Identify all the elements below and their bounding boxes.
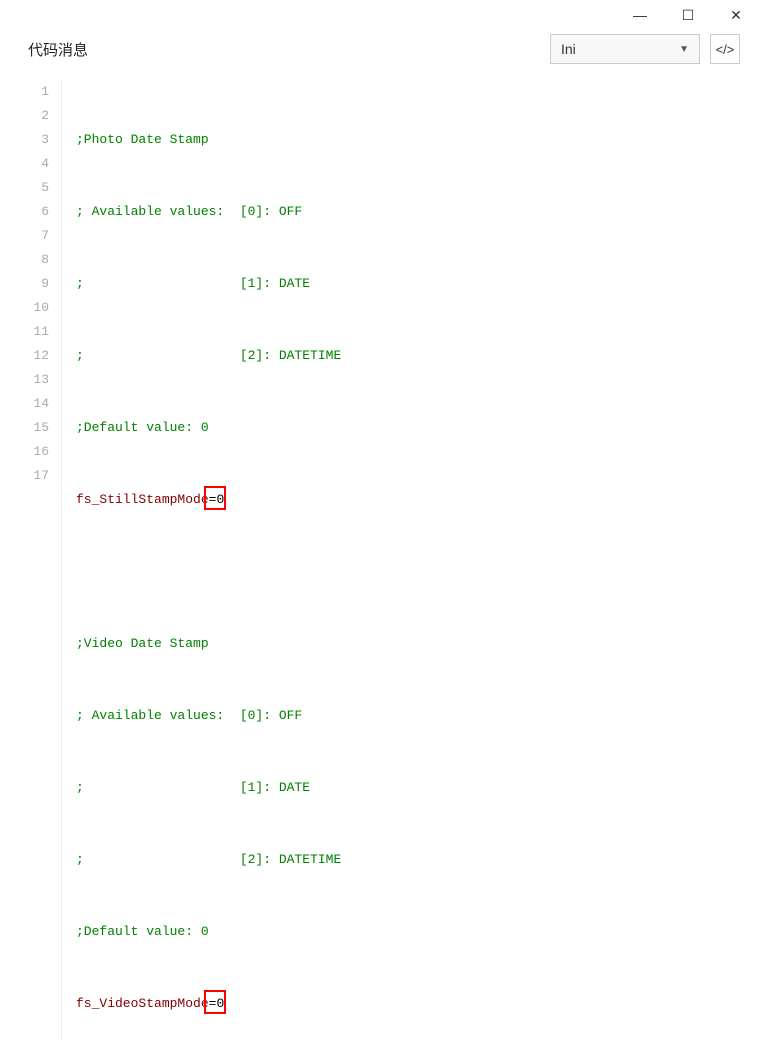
comment-text: ;Default value: 0: [76, 420, 209, 435]
code-line: ; [2]: DATETIME: [76, 344, 760, 368]
line-number: 17: [6, 464, 49, 488]
comment-text: ; Available values: [0]: OFF: [76, 204, 302, 219]
window-titlebar: — ☐ ✕: [0, 0, 760, 30]
close-button[interactable]: ✕: [718, 3, 754, 27]
line-number: 7: [6, 224, 49, 248]
code-content[interactable]: ;Photo Date Stamp ; Available values: [0…: [62, 80, 760, 1040]
line-number: 11: [6, 320, 49, 344]
code-editor[interactable]: 1 2 3 4 5 6 7 8 9 10 11 12 13 14 15 16 1…: [0, 74, 760, 1040]
code-line: fs_VideoStampMode=0: [76, 992, 760, 1016]
comment-text: ; [1]: DATE: [76, 276, 310, 291]
code-line: ; Available values: [0]: OFF: [76, 704, 760, 728]
ini-key: fs_VideoStampMode: [76, 996, 209, 1011]
language-select-value: Ini: [561, 41, 576, 57]
header-controls: Ini ▼ </>: [550, 34, 740, 64]
toggle-code-button[interactable]: </>: [710, 34, 740, 64]
line-number: 6: [6, 200, 49, 224]
code-line: ; [1]: DATE: [76, 272, 760, 296]
ini-value: 0: [216, 492, 224, 507]
code-line: [76, 560, 760, 584]
code-line: ;Default value: 0: [76, 416, 760, 440]
line-number: 14: [6, 392, 49, 416]
line-number: 12: [6, 344, 49, 368]
language-select[interactable]: Ini ▼: [550, 34, 700, 64]
page-title: 代码消息: [28, 39, 88, 60]
line-number-gutter: 1 2 3 4 5 6 7 8 9 10 11 12 13 14 15 16 1…: [6, 80, 62, 1040]
code-line: ; [1]: DATE: [76, 776, 760, 800]
maximize-button[interactable]: ☐: [670, 3, 706, 27]
minimize-button[interactable]: —: [622, 3, 658, 27]
comment-text: ;Default value: 0: [76, 924, 209, 939]
ini-value: 0: [216, 996, 224, 1011]
line-number: 10: [6, 296, 49, 320]
ini-equals: =: [209, 996, 217, 1011]
code-line: ;Default value: 0: [76, 920, 760, 944]
line-number: 3: [6, 128, 49, 152]
code-line: ; Available values: [0]: OFF: [76, 200, 760, 224]
comment-text: ;Photo Date Stamp: [76, 132, 209, 147]
code-line: ; [2]: DATETIME: [76, 848, 760, 872]
code-line: fs_StillStampMode=0: [76, 488, 760, 512]
line-number: 16: [6, 440, 49, 464]
line-number: 4: [6, 152, 49, 176]
comment-text: ; [2]: DATETIME: [76, 348, 341, 363]
comment-text: ; [1]: DATE: [76, 780, 310, 795]
comment-text: ; [2]: DATETIME: [76, 852, 341, 867]
code-line: ;Video Date Stamp: [76, 632, 760, 656]
line-number: 2: [6, 104, 49, 128]
code-line: ;Photo Date Stamp: [76, 128, 760, 152]
line-number: 9: [6, 272, 49, 296]
line-number: 5: [6, 176, 49, 200]
comment-text: ; Available values: [0]: OFF: [76, 708, 302, 723]
code-icon: </>: [716, 42, 735, 57]
line-number: 8: [6, 248, 49, 272]
line-number: 13: [6, 368, 49, 392]
comment-text: ;Video Date Stamp: [76, 636, 209, 651]
line-number: 15: [6, 416, 49, 440]
chevron-down-icon: ▼: [679, 44, 689, 55]
header-bar: 代码消息 Ini ▼ </>: [0, 30, 760, 74]
ini-key: fs_StillStampMode: [76, 492, 209, 507]
line-number: 1: [6, 80, 49, 104]
